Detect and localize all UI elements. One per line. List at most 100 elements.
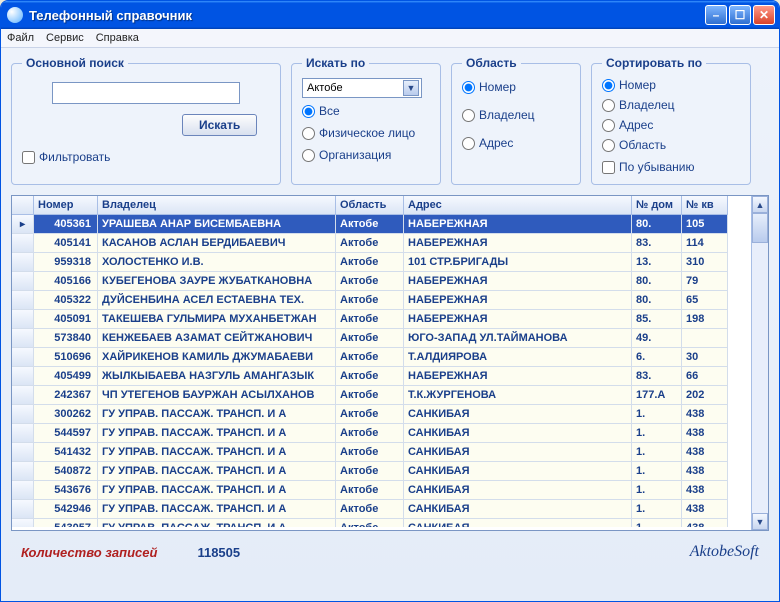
sort-owner[interactable] xyxy=(602,99,615,112)
table-row[interactable]: 405499ЖЫЛКЫБАЕВА НАЗГУЛЬ АМАНГАЗЫКАктобе… xyxy=(12,367,751,386)
table-row[interactable]: 542946ГУ УПРАВ. ПАССАЖ. ТРАНСП. И ААктоб… xyxy=(12,500,751,519)
filter-checkbox[interactable] xyxy=(22,151,35,164)
cell-region: Актобе xyxy=(336,253,404,272)
record-count-label: Количество записей xyxy=(21,545,157,560)
table-row[interactable]: 405322ДУЙСЕНБИНА АСЕЛ ЕСТАЕВНА ТЕХ.Актоб… xyxy=(12,291,751,310)
group-region: Область Номер Владелец Адрес xyxy=(451,56,581,185)
col-region[interactable]: Область xyxy=(336,196,404,215)
group-search-by: Искать по Актобе ▼ Все Физическое лицо О… xyxy=(291,56,441,185)
cell-house: 1. xyxy=(632,462,682,481)
radio-org[interactable] xyxy=(302,149,315,162)
record-count-value: 118505 xyxy=(197,545,240,560)
cell-address: САНКИБАЯ xyxy=(404,462,632,481)
cell-number: 541432 xyxy=(34,443,98,462)
minimize-button[interactable]: – xyxy=(705,5,727,25)
cell-owner: ГУ УПРАВ. ПАССАЖ. ТРАНСП. И А xyxy=(98,500,336,519)
scroll-up-icon[interactable]: ▲ xyxy=(752,196,768,213)
cell-house: 13. xyxy=(632,253,682,272)
cell-owner: ЧП УТЕГЕНОВ БАУРЖАН АСЫЛХАНОВ xyxy=(98,386,336,405)
cell-owner: ГУ УПРАВ. ПАССАЖ. ТРАНСП. И А xyxy=(98,462,336,481)
cell-region: Актобе xyxy=(336,519,404,527)
table-row[interactable]: 300262ГУ УПРАВ. ПАССАЖ. ТРАНСП. И ААктоб… xyxy=(12,405,751,424)
cell-house: 177.А xyxy=(632,386,682,405)
row-marker xyxy=(12,348,34,367)
table-row[interactable]: 543057ГУ УПРАВ. ПАССАЖ. ТРАНСП. И ААктоб… xyxy=(12,519,751,527)
cell-address: НАБЕРЕЖНАЯ xyxy=(404,310,632,329)
cell-apt: 438 xyxy=(682,519,728,527)
table-row[interactable]: 405141КАСАНОВ АСЛАН БЕРДИБАЕВИЧАктобеНАБ… xyxy=(12,234,751,253)
col-apt[interactable]: № кв xyxy=(682,196,728,215)
cell-region: Актобе xyxy=(336,367,404,386)
cell-region: Актобе xyxy=(336,481,404,500)
cell-address: ЮГО-ЗАПАД УЛ.ТАЙМАНОВА xyxy=(404,329,632,348)
table-row[interactable]: 405166КУБЕГЕНОВА ЗАУРЕ ЖУБАТКАНОВНААктоб… xyxy=(12,272,751,291)
grid-header: Номер Владелец Область Адрес № дом № кв xyxy=(12,196,751,215)
cell-house: 1. xyxy=(632,519,682,527)
search-input[interactable] xyxy=(52,82,240,104)
cell-address: САНКИБАЯ xyxy=(404,424,632,443)
search-by-legend: Искать по xyxy=(302,56,369,70)
menu-help[interactable]: Справка xyxy=(96,32,139,44)
radio-owner[interactable] xyxy=(462,109,475,122)
menu-service[interactable]: Сервис xyxy=(46,32,84,44)
row-marker xyxy=(12,386,34,405)
radio-address[interactable] xyxy=(462,137,475,150)
table-row[interactable]: 544597ГУ УПРАВ. ПАССАЖ. ТРАНСП. И ААктоб… xyxy=(12,424,751,443)
col-house[interactable]: № дом xyxy=(632,196,682,215)
cell-region: Актобе xyxy=(336,443,404,462)
region-combo[interactable]: Актобе ▼ xyxy=(302,78,422,98)
sort-address[interactable] xyxy=(602,119,615,132)
scroll-thumb[interactable] xyxy=(752,213,768,243)
table-row[interactable]: 541432ГУ УПРАВ. ПАССАЖ. ТРАНСП. И ААктоб… xyxy=(12,443,751,462)
sort-number[interactable] xyxy=(602,79,615,92)
cell-number: 405166 xyxy=(34,272,98,291)
search-button[interactable]: Искать xyxy=(182,114,257,136)
table-row[interactable]: ▸405361УРАШЕВА АНАР БИСЕМБАЕВНААктобеНАБ… xyxy=(12,215,751,234)
titlebar[interactable]: Телефонный справочник – ☐ ✕ xyxy=(1,1,779,29)
cell-region: Актобе xyxy=(336,234,404,253)
window-title: Телефонный справочник xyxy=(29,8,705,23)
cell-region: Актобе xyxy=(336,462,404,481)
radio-number[interactable] xyxy=(462,81,475,94)
col-number[interactable]: Номер xyxy=(34,196,98,215)
col-marker[interactable] xyxy=(12,196,34,215)
cell-address: Т.АЛДИЯРОВА xyxy=(404,348,632,367)
table-row[interactable]: 959318ХОЛОСТЕНКО И.В.Актобе101 СТР.БРИГА… xyxy=(12,253,751,272)
cell-address: САНКИБАЯ xyxy=(404,519,632,527)
table-row[interactable]: 510696ХАЙРИКЕНОВ КАМИЛЬ ДЖУМАБАЕВИАктобе… xyxy=(12,348,751,367)
cell-number: 540872 xyxy=(34,462,98,481)
cell-owner: ТАКЕШЕВА ГУЛЬМИРА МУХАНБЕТЖАН xyxy=(98,310,336,329)
radio-person-label: Физическое лицо xyxy=(319,126,415,140)
cell-number: 242367 xyxy=(34,386,98,405)
sort-region[interactable] xyxy=(602,139,615,152)
desc-checkbox[interactable] xyxy=(602,161,615,174)
sort-region-label: Область xyxy=(619,138,666,152)
desc-label: По убыванию xyxy=(619,160,695,174)
radio-all[interactable] xyxy=(302,105,315,118)
row-marker xyxy=(12,234,34,253)
col-address[interactable]: Адрес xyxy=(404,196,632,215)
vertical-scrollbar[interactable]: ▲ ▼ xyxy=(751,196,768,530)
maximize-button[interactable]: ☐ xyxy=(729,5,751,25)
cell-number: 573840 xyxy=(34,329,98,348)
region-combo-value: Актобе xyxy=(307,82,343,94)
table-row[interactable]: 543676ГУ УПРАВ. ПАССАЖ. ТРАНСП. И ААктоб… xyxy=(12,481,751,500)
table-row[interactable]: 405091ТАКЕШЕВА ГУЛЬМИРА МУХАНБЕТЖАНАктоб… xyxy=(12,310,751,329)
cell-apt: 198 xyxy=(682,310,728,329)
table-row[interactable]: 540872ГУ УПРАВ. ПАССАЖ. ТРАНСП. И ААктоб… xyxy=(12,462,751,481)
close-button[interactable]: ✕ xyxy=(753,5,775,25)
cell-owner: ГУ УПРАВ. ПАССАЖ. ТРАНСП. И А xyxy=(98,481,336,500)
table-row[interactable]: 242367ЧП УТЕГЕНОВ БАУРЖАН АСЫЛХАНОВАктоб… xyxy=(12,386,751,405)
cell-number: 405499 xyxy=(34,367,98,386)
radio-person[interactable] xyxy=(302,127,315,140)
row-marker xyxy=(12,481,34,500)
col-owner[interactable]: Владелец xyxy=(98,196,336,215)
cell-region: Актобе xyxy=(336,348,404,367)
scroll-track[interactable] xyxy=(752,213,768,513)
scroll-down-icon[interactable]: ▼ xyxy=(752,513,768,530)
table-row[interactable]: 573840КЕНЖЕБАЕВ АЗАМАТ СЕЙТЖАНОВИЧАктобе… xyxy=(12,329,751,348)
cell-apt: 438 xyxy=(682,424,728,443)
menu-file[interactable]: Файл xyxy=(7,32,34,44)
cell-address: НАБЕРЕЖНАЯ xyxy=(404,367,632,386)
cell-region: Актобе xyxy=(336,272,404,291)
